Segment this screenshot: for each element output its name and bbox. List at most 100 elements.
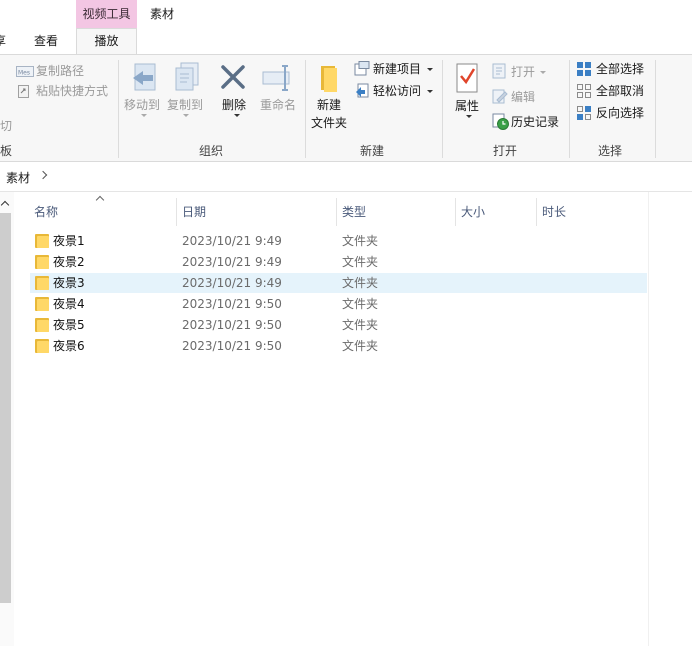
open-group-label: 打开 — [493, 144, 518, 158]
ribbon-separator — [305, 60, 306, 158]
new-folder-label-1: 新建 — [317, 98, 342, 112]
properties-button[interactable]: 属性 — [452, 60, 484, 124]
new-folder-icon — [321, 66, 337, 92]
table-row[interactable]: 夜景5 2023/10/21 9:50 文件夹 — [30, 315, 647, 335]
column-header-name[interactable]: 名称 — [34, 204, 58, 220]
column-divider[interactable] — [336, 198, 337, 226]
table-row-selected[interactable]: 夜景3 2023/10/21 9:49 文件夹 — [30, 273, 647, 293]
folder-icon — [35, 255, 49, 269]
folder-icon — [35, 339, 49, 353]
easy-access-button[interactable]: 轻松访问 — [354, 83, 436, 101]
file-name: 夜景1 — [53, 234, 85, 248]
copy-to-icon — [175, 62, 199, 91]
folder-icon — [35, 234, 49, 248]
properties-icon — [456, 63, 478, 93]
file-list-right-edge — [648, 192, 649, 646]
file-date: 2023/10/21 9:50 — [182, 339, 282, 353]
copy-to-button[interactable]: 复制到 — [166, 60, 204, 120]
table-row[interactable]: 夜景4 2023/10/21 9:50 文件夹 — [30, 294, 647, 314]
file-type: 文件夹 — [342, 234, 379, 248]
rename-icon — [262, 65, 290, 91]
select-none-button[interactable]: 全部取消 — [576, 83, 652, 101]
ribbon-separator — [655, 60, 656, 158]
address-bar[interactable] — [0, 162, 692, 192]
invert-selection-button[interactable]: 反向选择 — [576, 105, 652, 123]
history-button[interactable]: 历史记录 — [492, 113, 564, 131]
file-type: 文件夹 — [342, 318, 379, 332]
properties-dropdown-icon — [466, 115, 472, 118]
easy-access-label: 轻松访问 — [373, 84, 422, 98]
new-folder-button[interactable]: 新建 文件夹 — [310, 60, 350, 132]
file-type: 文件夹 — [342, 297, 379, 311]
delete-x-icon — [221, 65, 245, 89]
easy-access-icon — [356, 83, 369, 98]
table-row[interactable]: 夜景1 2023/10/21 9:49 文件夹 — [30, 231, 647, 251]
paste-shortcut-icon — [18, 85, 29, 98]
ribbon-separator — [442, 60, 443, 158]
new-item-button[interactable]: 新建项目 — [354, 61, 436, 79]
folder-icon — [35, 318, 49, 332]
delete-button[interactable]: 删除 — [212, 60, 252, 120]
file-date: 2023/10/21 9:49 — [182, 255, 282, 269]
file-date: 2023/10/21 9:50 — [182, 318, 282, 332]
tab-view[interactable]: 查看 — [34, 33, 58, 53]
ribbon-separator — [569, 60, 570, 158]
delete-dropdown-icon — [234, 114, 240, 117]
delete-label: 删除 — [222, 98, 247, 112]
file-type: 文件夹 — [342, 255, 379, 269]
easy-access-dropdown-icon — [427, 90, 433, 93]
edit-label: 编辑 — [511, 90, 536, 104]
folder-icon — [35, 297, 49, 311]
new-item-dropdown-icon — [427, 68, 433, 71]
select-group-label: 选择 — [598, 144, 623, 158]
invert-selection-icon — [577, 106, 591, 120]
ribbon-separator — [118, 60, 119, 158]
edit-button[interactable]: 编辑 — [492, 88, 552, 106]
open-button[interactable]: 打开 — [492, 63, 552, 81]
new-item-icon — [354, 61, 370, 76]
file-name: 夜景4 — [53, 297, 85, 311]
table-row[interactable]: 夜景6 2023/10/21 9:50 文件夹 — [30, 336, 647, 356]
rename-button[interactable]: 重命名 — [258, 60, 298, 120]
history-icon — [492, 113, 509, 130]
column-header-type[interactable]: 类型 — [342, 204, 366, 220]
file-name: 夜景6 — [53, 339, 85, 353]
select-all-button[interactable]: 全部选择 — [576, 61, 652, 79]
column-header-date[interactable]: 日期 — [182, 204, 206, 220]
copy-path-icon: Mes — [16, 66, 34, 77]
organize-group-label: 组织 — [199, 144, 224, 158]
rename-label: 重命名 — [260, 98, 297, 112]
file-type: 文件夹 — [342, 276, 379, 290]
tab-share[interactable]: 享 — [0, 33, 8, 53]
context-tab-group-label: 视频工具 — [76, 0, 137, 28]
sort-ascending-icon — [95, 195, 105, 205]
file-name: 夜景5 — [53, 318, 85, 332]
copy-path-label: 复制路径 — [36, 64, 85, 78]
properties-label: 属性 — [455, 99, 480, 113]
folder-icon — [35, 276, 49, 290]
column-header-duration[interactable]: 时长 — [542, 204, 566, 220]
column-divider[interactable] — [536, 198, 537, 226]
copy-to-dropdown-icon — [183, 114, 189, 117]
move-to-icon — [133, 63, 156, 91]
move-to-button[interactable]: 移动到 — [124, 60, 162, 120]
paste-shortcut-label: 粘贴快捷方式 — [36, 84, 109, 98]
file-name: 夜景2 — [53, 255, 85, 269]
select-none-label: 全部取消 — [596, 84, 645, 98]
file-date: 2023/10/21 9:49 — [182, 234, 282, 248]
column-divider[interactable] — [455, 198, 456, 226]
column-divider[interactable] — [176, 198, 177, 226]
file-date: 2023/10/21 9:50 — [182, 297, 282, 311]
history-label: 历史记录 — [511, 115, 560, 129]
cut-label-partial: 切 — [0, 119, 13, 133]
select-all-icon — [577, 62, 591, 76]
select-all-label: 全部选择 — [596, 62, 645, 76]
open-dropdown-icon — [540, 71, 546, 74]
navigation-pane-scrollbar[interactable] — [0, 213, 11, 603]
file-date: 2023/10/21 9:49 — [182, 276, 282, 290]
breadcrumb-current-folder[interactable]: 素材 — [6, 169, 30, 186]
table-row[interactable]: 夜景2 2023/10/21 9:49 文件夹 — [30, 252, 647, 272]
tab-play[interactable]: 播放 — [76, 28, 137, 55]
column-header-size[interactable]: 大小 — [461, 204, 485, 220]
invert-selection-label: 反向选择 — [596, 106, 645, 120]
